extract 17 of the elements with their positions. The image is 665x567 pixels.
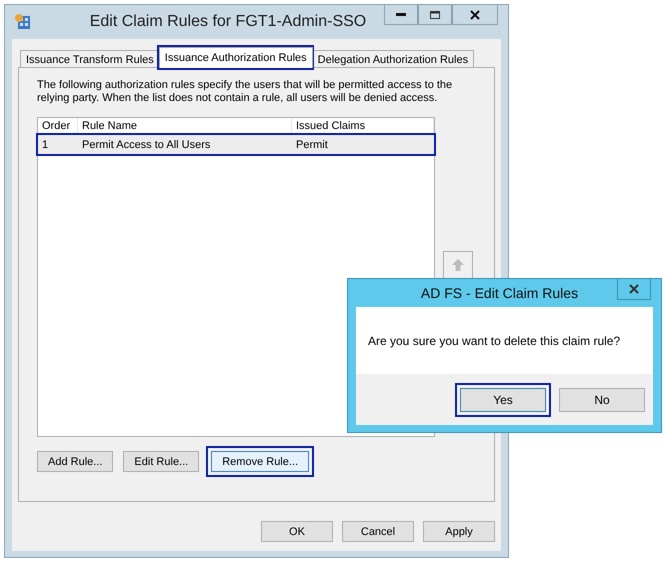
table-cell-text: Permit Access to All Users: [81, 138, 212, 150]
tab[interactable]: Issuance Transform Rules: [20, 50, 160, 68]
rule-row[interactable]: 1 Permit Access to All Users Permit: [38, 135, 434, 154]
tab[interactable]: Delegation Authorization Rules: [312, 50, 474, 68]
table-cell-text: 1: [41, 138, 50, 150]
description-text: The following authorization rules specify the users that will be permitted access to the relying party. When the list does not contain a rule, all users will be denied access.: [37, 79, 454, 105]
rule-button[interactable]: Add Rule...: [37, 451, 114, 472]
rule-button[interactable]: Edit Rule...: [123, 451, 200, 472]
dialog-button[interactable]: Apply: [423, 521, 495, 542]
window-title: Edit Claim Rules for FGT1-Admin-SSO: [88, 13, 368, 31]
table-cell-text: Permit: [295, 138, 329, 150]
dialog-message: Are you sure you want to delete this claim rule?: [368, 334, 620, 348]
dialog-button[interactable]: OK: [261, 521, 333, 542]
dialog-button[interactable]: No: [559, 388, 645, 412]
dialog-button[interactable]: Cancel: [342, 521, 414, 542]
tab[interactable]: Issuance Authorization Rules: [158, 47, 313, 68]
dialog-title: AD FS - Edit Claim Rules: [420, 285, 580, 301]
